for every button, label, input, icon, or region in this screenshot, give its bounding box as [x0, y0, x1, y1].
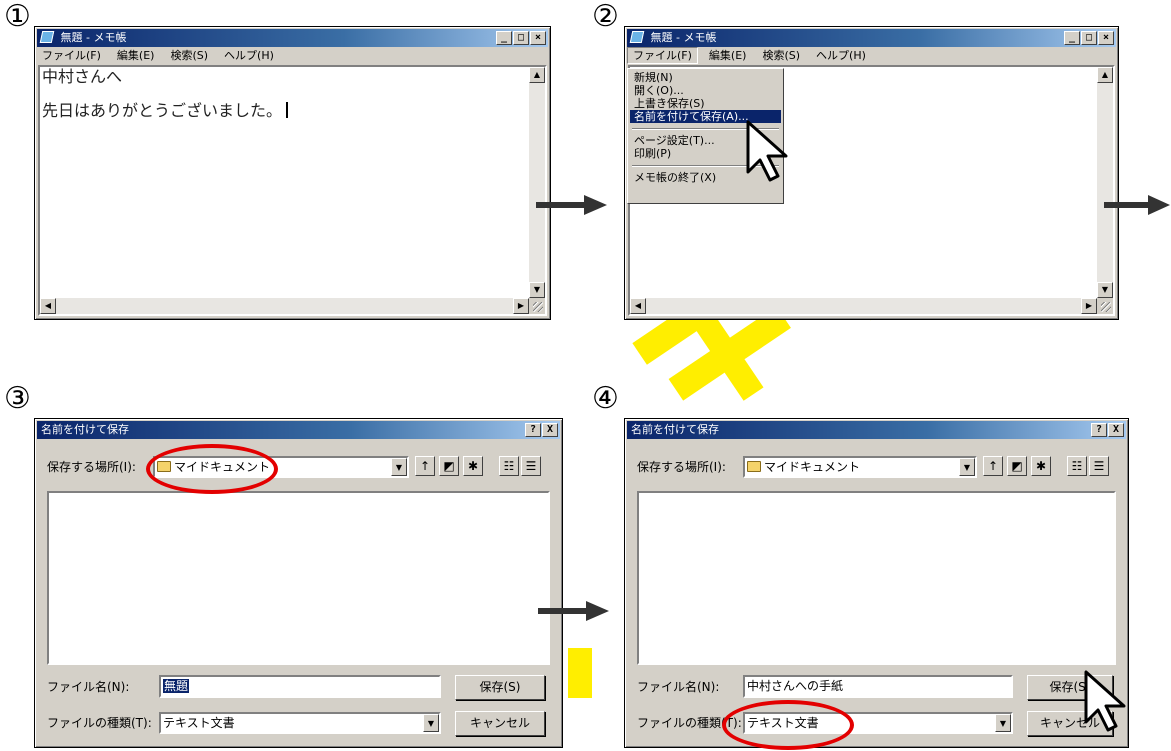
chevron-down-icon[interactable]: ▼ — [959, 458, 975, 476]
dialog-title: 名前を付けて保存 — [41, 423, 129, 436]
location-label: 保存する場所(I): — [47, 460, 136, 474]
highlight-ellipse — [722, 700, 854, 750]
details-view-icon[interactable]: ☰ — [1089, 456, 1109, 476]
titlebar: 名前を付けて保存 ? X — [37, 421, 560, 439]
highlight-ellipse — [146, 444, 278, 494]
mouse-pointer-icon — [1084, 670, 1126, 732]
menu-file[interactable]: ファイル(F) — [627, 47, 698, 64]
location-value: マイドキュメント — [764, 460, 861, 474]
scroll-left-icon[interactable]: ◀ — [630, 298, 646, 314]
minimize-icon[interactable]: _ — [496, 31, 512, 45]
filename-label: ファイル名(N): — [637, 680, 720, 694]
cancel-button[interactable]: キャンセル — [455, 711, 545, 736]
chevron-down-icon[interactable]: ▼ — [995, 714, 1011, 732]
menu-item-open[interactable]: 開く(O)... — [630, 84, 781, 97]
save-as-dialog-1: 名前を付けて保存 ? X 保存する場所(I): マイドキュメント ▼ ↑ ◩ ✱… — [34, 418, 563, 748]
scroll-right-icon[interactable]: ▶ — [1081, 298, 1097, 314]
list-view-icon[interactable]: ☷ — [499, 456, 519, 476]
filename-label: ファイル名(N): — [47, 680, 130, 694]
location-label: 保存する場所(I): — [637, 460, 726, 474]
location-select[interactable]: マイドキュメント ▼ — [743, 456, 977, 478]
minimize-icon[interactable]: _ — [1064, 31, 1080, 45]
menubar: ファイル(F) 編集(E) 検索(S) ヘルプ(H) — [37, 47, 548, 64]
window-title: 無題 - メモ帳 — [60, 31, 127, 44]
filename-input[interactable]: 中村さんへの手紙 — [743, 675, 1013, 698]
close-icon[interactable]: × — [530, 31, 546, 45]
filetype-label: ファイルの種類(T): — [47, 716, 152, 730]
titlebar: 無題 - メモ帳 _ □ × — [627, 29, 1116, 47]
step-number-1: ① — [4, 0, 31, 34]
menu-help[interactable]: ヘルプ(H) — [811, 47, 871, 64]
notepad-icon — [39, 31, 55, 43]
mouse-pointer-icon — [746, 120, 788, 182]
maximize-icon[interactable]: □ — [513, 31, 529, 45]
menu-item-new[interactable]: 新規(N) — [630, 71, 781, 84]
file-list[interactable] — [637, 491, 1116, 665]
step-number-3: ③ — [4, 381, 31, 416]
up-folder-icon[interactable]: ↑ — [415, 456, 435, 476]
editor-line-1: 中村さんへ — [42, 67, 123, 86]
menu-search[interactable]: 検索(S) — [165, 47, 213, 64]
titlebar: 名前を付けて保存 ? X — [627, 421, 1126, 439]
scroll-up-icon[interactable]: ▲ — [529, 67, 545, 83]
scroll-down-icon[interactable]: ▼ — [529, 282, 545, 298]
arrow-right-icon — [538, 601, 609, 621]
help-icon[interactable]: ? — [525, 423, 541, 437]
close-icon[interactable]: X — [1108, 423, 1124, 437]
chevron-down-icon[interactable]: ▼ — [391, 458, 407, 476]
vertical-scrollbar[interactable]: ▲ ▼ — [529, 67, 545, 298]
titlebar: 無題 - メモ帳 _ □ × — [37, 29, 548, 47]
chevron-down-icon[interactable]: ▼ — [423, 714, 439, 732]
notepad-window-1: 無題 - メモ帳 _ □ × ファイル(F) 編集(E) 検索(S) ヘルプ(H) 中… — [34, 26, 551, 320]
filename-value: 中村さんへの手紙 — [747, 679, 844, 693]
up-folder-icon[interactable]: ↑ — [983, 456, 1003, 476]
dialog-title: 名前を付けて保存 — [631, 423, 719, 436]
step-number-2: ② — [592, 0, 619, 34]
scroll-down-icon[interactable]: ▼ — [1097, 282, 1113, 298]
filename-value: 無題 — [163, 679, 190, 693]
filename-input[interactable]: 無題 — [159, 675, 441, 698]
filetype-value: テキスト文書 — [163, 716, 235, 730]
arrow-right-icon — [536, 195, 607, 215]
scroll-up-icon[interactable]: ▲ — [1097, 67, 1113, 83]
close-icon[interactable]: X — [542, 423, 558, 437]
menu-file[interactable]: ファイル(F) — [37, 47, 106, 64]
window-title: 無題 - メモ帳 — [650, 31, 717, 44]
maximize-icon[interactable]: □ — [1081, 31, 1097, 45]
list-view-icon[interactable]: ☷ — [1067, 456, 1087, 476]
menu-help[interactable]: ヘルプ(H) — [219, 47, 279, 64]
details-view-icon[interactable]: ☰ — [521, 456, 541, 476]
resize-grip-icon[interactable] — [1097, 298, 1113, 314]
step-number-4: ④ — [592, 381, 619, 416]
editor-line-2: 先日はありがとうございました。 — [42, 101, 283, 120]
watermark-fragment — [568, 648, 592, 698]
notepad-icon — [629, 31, 645, 43]
desktop-icon[interactable]: ◩ — [1007, 456, 1027, 476]
menu-item-save[interactable]: 上書き保存(S) — [630, 97, 781, 110]
menubar: ファイル(F) 編集(E) 検索(S) ヘルプ(H) — [627, 47, 1116, 64]
close-icon[interactable]: × — [1098, 31, 1114, 45]
new-folder-icon[interactable]: ✱ — [463, 456, 483, 476]
scroll-left-icon[interactable]: ◀ — [40, 298, 56, 314]
menu-edit[interactable]: 編集(E) — [704, 47, 752, 64]
text-caret — [286, 102, 289, 118]
save-as-dialog-2: 名前を付けて保存 ? X 保存する場所(I): マイドキュメント ▼ ↑ ◩ ✱… — [624, 418, 1129, 748]
horizontal-scrollbar[interactable]: ◀ ▶ — [630, 298, 1097, 314]
save-button[interactable]: 保存(S) — [455, 675, 545, 700]
help-icon[interactable]: ? — [1091, 423, 1107, 437]
new-folder-icon[interactable]: ✱ — [1031, 456, 1051, 476]
arrow-right-icon — [1104, 195, 1170, 215]
file-list[interactable] — [47, 491, 550, 665]
scroll-right-icon[interactable]: ▶ — [513, 298, 529, 314]
horizontal-scrollbar[interactable]: ◀ ▶ — [40, 298, 529, 314]
folder-icon — [747, 461, 761, 472]
filetype-select[interactable]: テキスト文書 ▼ — [159, 712, 441, 734]
menu-edit[interactable]: 編集(E) — [112, 47, 160, 64]
desktop-icon[interactable]: ◩ — [439, 456, 459, 476]
text-editor[interactable]: 中村さんへ 先日はありがとうございました。 ▲ ▼ ◀ ▶ — [38, 65, 547, 316]
menu-search[interactable]: 検索(S) — [757, 47, 805, 64]
resize-grip-icon[interactable] — [529, 298, 545, 314]
vertical-scrollbar[interactable]: ▲ ▼ — [1097, 67, 1113, 298]
